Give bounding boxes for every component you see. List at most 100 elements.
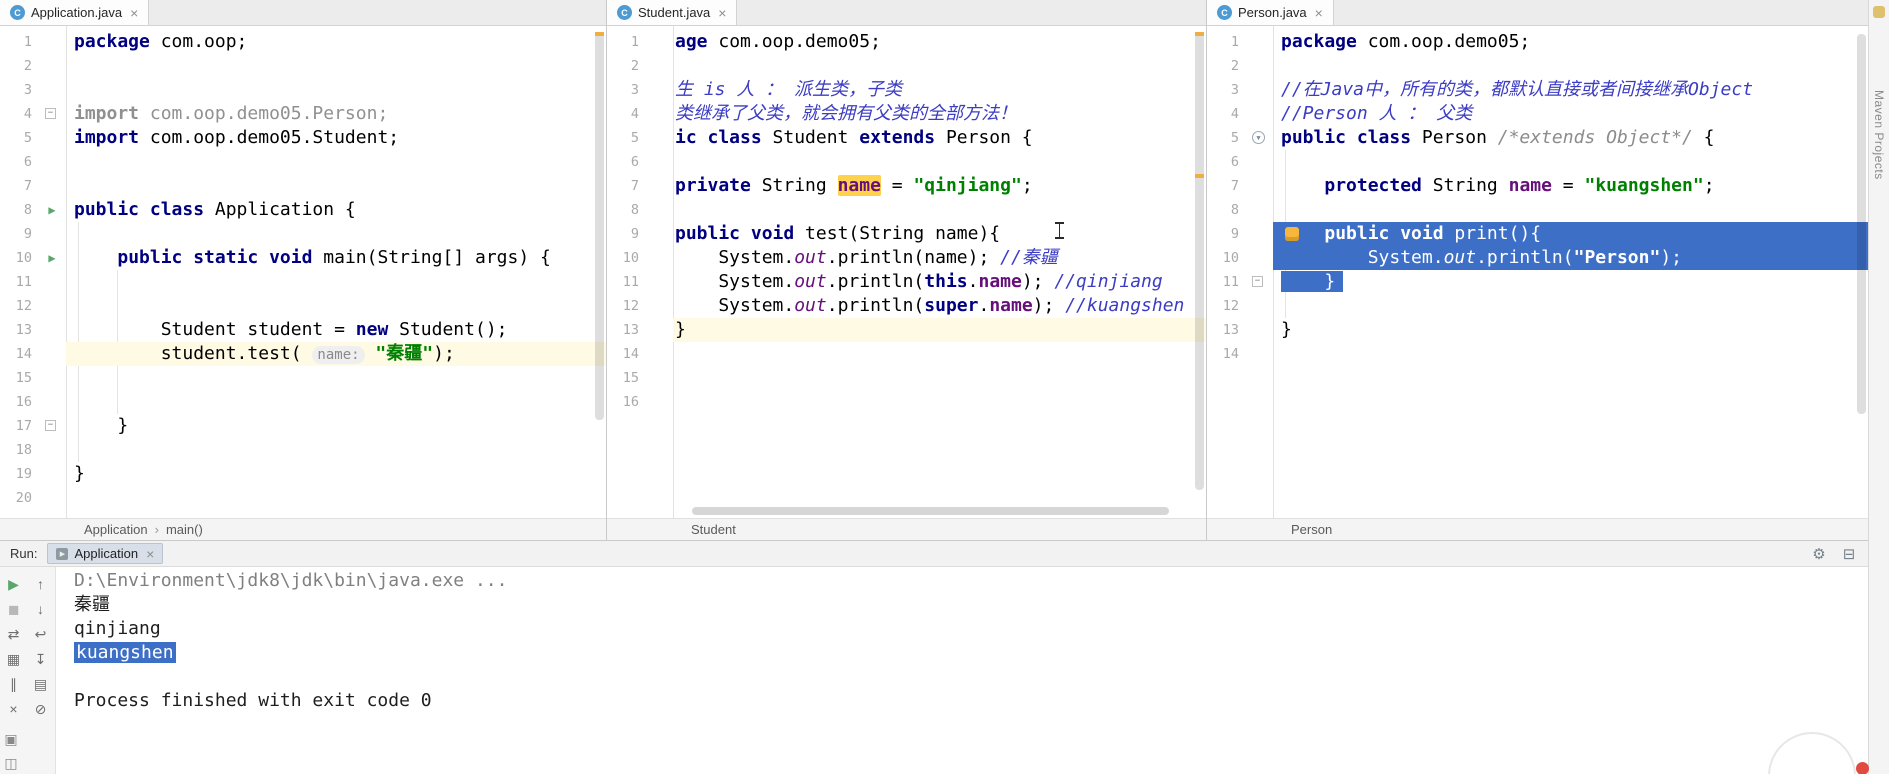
code-line[interactable]: 3 [0, 78, 606, 102]
code-line[interactable]: 18 [0, 438, 606, 462]
code-line[interactable]: 4− import com.oop.demo05.Person; [0, 102, 606, 126]
code-line[interactable]: 12 [1207, 294, 1868, 318]
code-line[interactable]: 9 public void print(){ [1207, 222, 1868, 246]
code-line[interactable]: 5 import com.oop.demo05.Student; [0, 126, 606, 150]
tab-student-java[interactable]: C Student.java × [607, 0, 738, 25]
run-button-icon[interactable]: ▶ [45, 251, 59, 265]
code-text: student.test( name: "秦疆"); [66, 342, 606, 366]
code-line[interactable]: 7 protected String name = "kuangshen"; [1207, 174, 1868, 198]
run-tab-application[interactable]: ▶ Application × [47, 543, 164, 564]
code-line[interactable]: 6 [1207, 150, 1868, 174]
code-line[interactable]: 20 [0, 486, 606, 510]
close-tab-icon[interactable]: × [130, 5, 138, 21]
close-run-tab-icon[interactable]: × [146, 546, 154, 562]
vertical-scrollbar[interactable] [1857, 34, 1866, 414]
breadcrumb-item[interactable]: Application [84, 522, 148, 537]
code-line[interactable]: 15 [607, 366, 1206, 390]
code-line[interactable]: 12 System.out.println(super.name); //kua… [607, 294, 1206, 318]
restart-icon[interactable]: ⇄ [5, 625, 23, 643]
code-token: .println( [1476, 247, 1574, 268]
stop-icon[interactable]: ◼ [5, 600, 23, 618]
code-line[interactable]: 13} [607, 318, 1206, 342]
fold-marker-icon[interactable]: − [45, 420, 56, 431]
down-stack-icon[interactable]: ↓ [32, 600, 50, 618]
code-line[interactable]: 1 age com.oop.demo05; [607, 30, 1206, 54]
warning-stripe-mark[interactable] [595, 32, 604, 36]
code-line[interactable]: 4 类继承了父类，就会拥有父类的全部方法！ [607, 102, 1206, 126]
code-line[interactable]: 3 生 is 人 ： 派生类，子类 [607, 78, 1206, 102]
code-line[interactable]: 17 − } [0, 414, 606, 438]
code-line[interactable]: 14 student.test( name: "秦疆"); [0, 342, 606, 366]
code-line[interactable]: 8 [1207, 198, 1868, 222]
pause-output-icon[interactable]: ∥ [5, 675, 23, 693]
code-line[interactable]: 4 //Person 人 ： 父类 [1207, 102, 1868, 126]
warning-stripe-mark[interactable] [1195, 32, 1204, 36]
restore-layout-icon[interactable]: ▦ [5, 650, 23, 668]
tab-person-java[interactable]: C Person.java × [1207, 0, 1334, 25]
editor-body[interactable]: 1 package com.oop.demo05; 2 3 //在Java中，所有的类，… [1207, 26, 1868, 518]
code-line[interactable]: 9 public void test(String name){ [607, 222, 1206, 246]
tab-application-java[interactable]: C Application.java × [0, 0, 150, 25]
code-line[interactable]: 16 [607, 390, 1206, 414]
settings-icon[interactable]: ⚙ [1810, 545, 1828, 563]
code-line[interactable]: 16 [0, 390, 606, 414]
code-line[interactable]: 11 − } [1207, 270, 1868, 294]
code-line[interactable]: 5 ic class Student extends Person { [607, 126, 1206, 150]
fold-marker-icon[interactable]: − [45, 108, 56, 119]
breadcrumb-item[interactable]: main() [166, 522, 203, 537]
tool-button-maven-projects[interactable]: Maven Projects [1872, 90, 1886, 180]
code-line[interactable]: 12 [0, 294, 606, 318]
hidden-toolwindow-icon[interactable]: ◫ [2, 754, 20, 772]
code-line[interactable]: 9 [0, 222, 606, 246]
code-line[interactable]: 14 [607, 342, 1206, 366]
code-line[interactable]: 3 //在Java中，所有的类，都默认直接或者间接继承Object [1207, 78, 1868, 102]
breadcrumb-item[interactable]: Student [691, 522, 736, 537]
editor-body[interactable]: 1 package com.oop; 2 3 4− import com.oop.demo… [0, 26, 606, 518]
print-icon[interactable]: ▤ [32, 675, 50, 693]
code-line[interactable]: 2 [0, 54, 606, 78]
run-button-icon[interactable]: ▶ [45, 203, 59, 217]
close-icon[interactable]: × [5, 700, 23, 718]
code-line[interactable]: 11 [0, 270, 606, 294]
code-line[interactable]: 2 [1207, 54, 1868, 78]
code-line[interactable]: 8 [607, 198, 1206, 222]
editor-body[interactable]: 1 age com.oop.demo05; 2 3 生 is 人 ： 派生类，子类 4 类继… [607, 26, 1206, 518]
console-output[interactable]: D:\Environment\jdk8\jdk\bin\java.exe ...… [56, 567, 1868, 774]
hide-panel-icon[interactable]: ⊟ [1840, 545, 1858, 563]
fold-marker-icon[interactable]: − [1252, 276, 1263, 287]
code-line[interactable]: 14 [1207, 342, 1868, 366]
code-line[interactable]: 13} [1207, 318, 1868, 342]
code-line[interactable]: 7 [0, 174, 606, 198]
close-tab-icon[interactable]: × [718, 5, 726, 21]
subclassed-class-icon[interactable]: ▼ [1252, 131, 1265, 144]
toolwindow-switcher-icon[interactable]: ▣ [2, 730, 20, 748]
code-line[interactable]: 13 Student student = new Student(); [0, 318, 606, 342]
up-stack-icon[interactable]: ↑ [32, 575, 50, 593]
code-line[interactable]: 1 package com.oop; [0, 30, 606, 54]
code-line[interactable]: 2 [607, 54, 1206, 78]
intention-bulb-icon[interactable] [1285, 227, 1299, 241]
code-line[interactable]: 10 ▶ public static void main(String[] arg… [0, 246, 606, 270]
horizontal-scrollbar[interactable] [677, 507, 1190, 515]
breadcrumb-item[interactable]: Person [1291, 522, 1332, 537]
code-line[interactable]: 6 [607, 150, 1206, 174]
warning-stripe-mark[interactable] [1195, 174, 1204, 178]
vertical-scrollbar[interactable] [595, 34, 604, 420]
rerun-icon[interactable]: ▶ [5, 575, 23, 593]
soft-wrap-icon[interactable]: ↩ [32, 625, 50, 643]
code-line[interactable]: 8 ▶ public class Application { [0, 198, 606, 222]
code-line[interactable]: 6 [0, 150, 606, 174]
code-line[interactable]: 7 private String name = "qinjiang"; [607, 174, 1206, 198]
code-line[interactable]: 10 System.out.println(name); //秦疆 [607, 246, 1206, 270]
inspections-indicator-icon[interactable] [1873, 6, 1885, 18]
close-tab-icon[interactable]: × [1315, 5, 1323, 21]
code-line[interactable]: 11 System.out.println(this.name); //qinj… [607, 270, 1206, 294]
vertical-scrollbar[interactable] [1195, 34, 1204, 490]
scroll-to-end-icon[interactable]: ↧ [32, 650, 50, 668]
code-line[interactable]: 1 package com.oop.demo05; [1207, 30, 1868, 54]
code-line[interactable]: 5 ▼ public class Person /*extends Object*/… [1207, 126, 1868, 150]
code-line[interactable]: 19} [0, 462, 606, 486]
clear-all-icon[interactable]: ⊘ [32, 700, 50, 718]
code-line[interactable]: 15 [0, 366, 606, 390]
code-line[interactable]: 10 System.out.println("Person"); [1207, 246, 1868, 270]
